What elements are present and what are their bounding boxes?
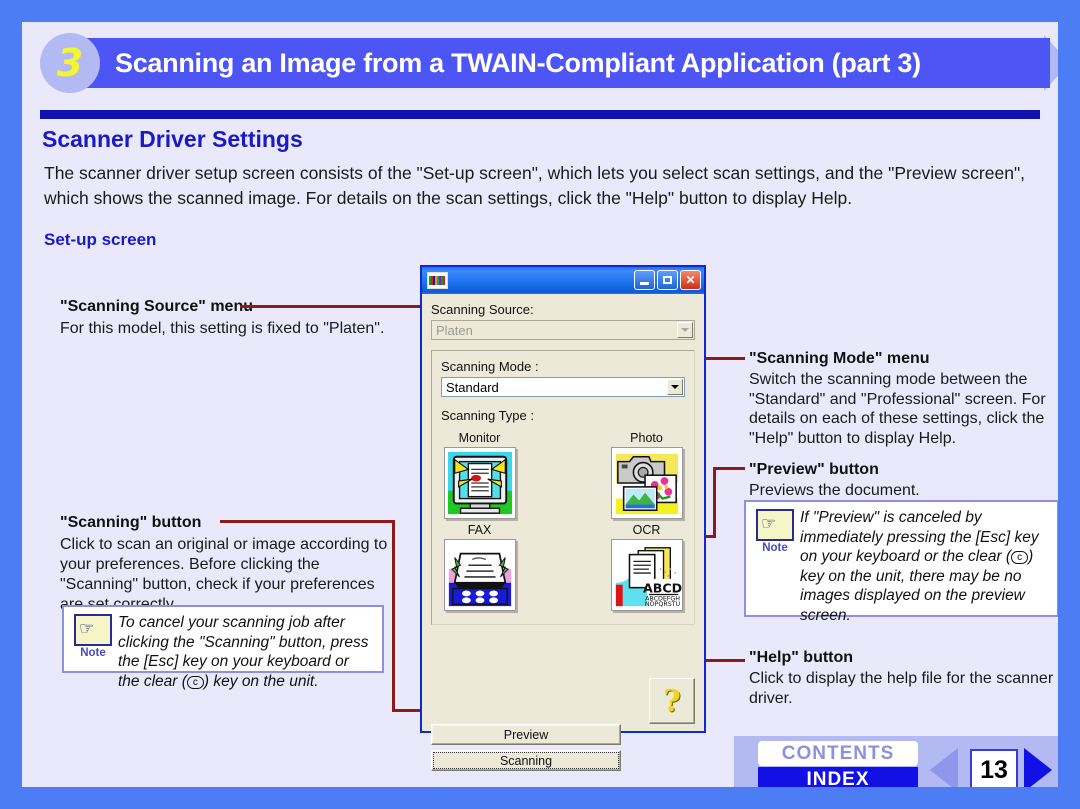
pointing-hand-icon: ☞ xyxy=(74,614,112,646)
scanner-driver-dialog: ✕ Scanning Source: Platen Scanning Mode … xyxy=(420,265,706,771)
page-header: 3 Scanning an Image from a TWAIN-Complia… xyxy=(40,32,1058,94)
chevron-down-icon xyxy=(667,379,683,395)
annotation-heading: "Preview" button xyxy=(749,461,879,478)
note-text: To cancel your scanning job after clicki… xyxy=(116,613,374,691)
connector-scanning-v xyxy=(392,520,395,711)
primary-buttons: Preview Scanning xyxy=(431,724,621,771)
annotation-heading: "Scanning Mode" menu xyxy=(749,350,930,367)
header-chapter-number: 3 xyxy=(56,41,84,85)
annotation-body: Click to display the help file for the s… xyxy=(749,670,1054,707)
scanning-mode-label: Scanning Mode : xyxy=(441,359,539,374)
scanning-mode-value: Standard xyxy=(446,379,499,395)
note-text-a: If "Preview" is canceled by immediately … xyxy=(800,509,1039,565)
minimize-button[interactable] xyxy=(634,270,655,290)
scanning-type-label: Scanning Type : xyxy=(441,408,534,423)
scanning-type-caption: Photo xyxy=(630,431,663,445)
section-title: Scanner Driver Settings xyxy=(42,126,303,152)
contents-button[interactable]: CONTENTS xyxy=(758,741,918,766)
fax-icon xyxy=(443,539,516,611)
preview-button[interactable]: Preview xyxy=(431,724,621,745)
ocr-sample-line2: NOPQRSTU xyxy=(644,601,680,608)
dialog-body: Scanning Source: Platen Scanning Mode : … xyxy=(422,294,704,771)
setup-screen-label: Set-up screen xyxy=(44,230,157,249)
annotation-body: For this model, this setting is fixed to… xyxy=(60,320,385,337)
note-icon-block: ☞ Note xyxy=(752,508,798,554)
minimize-icon xyxy=(640,281,649,285)
scanning-type-row: Monitor Photo xyxy=(441,431,685,519)
scanning-button[interactable]: Scanning xyxy=(431,750,621,771)
annotation-body: Click to scan an original or image accor… xyxy=(60,536,388,613)
next-page-arrow-icon[interactable] xyxy=(1024,748,1052,787)
connector-preview-v2 xyxy=(713,467,716,538)
maximize-icon xyxy=(663,276,672,284)
scanning-settings-group: Scanning Mode : Standard Scanning Type :… xyxy=(431,350,695,625)
footer-navigation: CONTENTS INDEX 13 xyxy=(734,736,1058,787)
maximize-button[interactable] xyxy=(657,270,678,290)
note-label: Note xyxy=(762,542,788,554)
scanning-mode-select[interactable]: Standard xyxy=(441,377,685,397)
scanning-type-caption: FAX xyxy=(467,523,492,537)
note-box-preview: ☞ Note If "Preview" is canceled by immed… xyxy=(744,500,1058,624)
scanning-source-select[interactable]: Platen xyxy=(431,320,695,340)
note-icon-block: ☞ Note xyxy=(70,613,116,659)
clear-key-glyph: c xyxy=(1011,551,1029,564)
annotation-scanning-mode: "Scanning Mode" menu Switch the scanning… xyxy=(749,350,1049,448)
header-divider-rule xyxy=(40,110,1040,119)
annotation-body: Switch the scanning mode between the "St… xyxy=(749,371,1046,447)
ocr-sample-big: ABCD xyxy=(642,581,681,596)
annotation-body: Previews the document. xyxy=(749,482,920,499)
scanning-type-caption: OCR xyxy=(632,523,661,537)
connector-scanning-source xyxy=(240,305,430,308)
note-text-b: ) key on the unit. xyxy=(203,672,319,690)
pointing-hand-icon: ☞ xyxy=(756,509,794,541)
annotation-heading: "Scanning" button xyxy=(60,514,202,531)
annotation-heading: "Help" button xyxy=(749,649,854,666)
note-box-scanning: ☞ Note To cancel your scanning job after… xyxy=(62,605,384,690)
previous-page-arrow-icon[interactable] xyxy=(930,748,958,787)
page-number: 13 xyxy=(970,749,1018,787)
page-title: Scanning an Image from a TWAIN-Compliant… xyxy=(115,48,921,78)
scanning-type-photo[interactable]: Photo xyxy=(608,431,685,519)
intro-paragraph: The scanner driver setup screen consists… xyxy=(44,163,1026,208)
connector-scanning-h1 xyxy=(220,520,395,523)
app-icon xyxy=(427,272,448,289)
photo-icon xyxy=(610,447,683,519)
window-controls: ✕ xyxy=(632,270,702,290)
monitor-icon xyxy=(443,447,516,519)
scanning-source-value: Platen xyxy=(436,322,473,338)
scanning-type-caption: Monitor xyxy=(458,431,501,445)
annotation-preview-button: "Preview" button Previews the document. xyxy=(749,461,1049,501)
dialog-titlebar[interactable]: ✕ xyxy=(422,267,704,294)
scanning-source-label: Scanning Source: xyxy=(431,302,534,317)
scanning-type-monitor[interactable]: Monitor xyxy=(441,431,518,519)
help-button[interactable]: ? xyxy=(649,678,695,724)
scanning-type-row: FAX OCR ABCD ABCDEFGH NOPQRSTU xyxy=(441,523,685,611)
index-button[interactable]: INDEX xyxy=(758,767,918,787)
close-button[interactable]: ✕ xyxy=(680,270,701,290)
chevron-down-icon xyxy=(677,322,693,338)
manual-page: 3 Scanning an Image from a TWAIN-Complia… xyxy=(22,22,1058,787)
scanning-type-ocr[interactable]: OCR ABCD ABCDEFGH NOPQRSTU xyxy=(608,523,685,611)
scanning-type-grid: Monitor Photo FAX OCR ABCD ABCDEFGH NOPQ… xyxy=(441,431,685,611)
ocr-icon: ABCD ABCDEFGH NOPQRSTU xyxy=(610,539,683,611)
clear-key-glyph: c xyxy=(186,675,204,689)
note-text: If "Preview" is canceled by immediately … xyxy=(798,508,1049,625)
question-mark-icon: ? xyxy=(663,683,681,719)
note-label: Note xyxy=(80,647,106,659)
close-icon: ✕ xyxy=(685,273,696,287)
scanning-type-fax[interactable]: FAX xyxy=(441,523,518,611)
connector-preview-h2 xyxy=(713,467,745,470)
annotation-help-button: "Help" button Click to display the help … xyxy=(749,649,1058,708)
annotation-scanning-button: "Scanning" button Click to scan an origi… xyxy=(60,514,390,615)
